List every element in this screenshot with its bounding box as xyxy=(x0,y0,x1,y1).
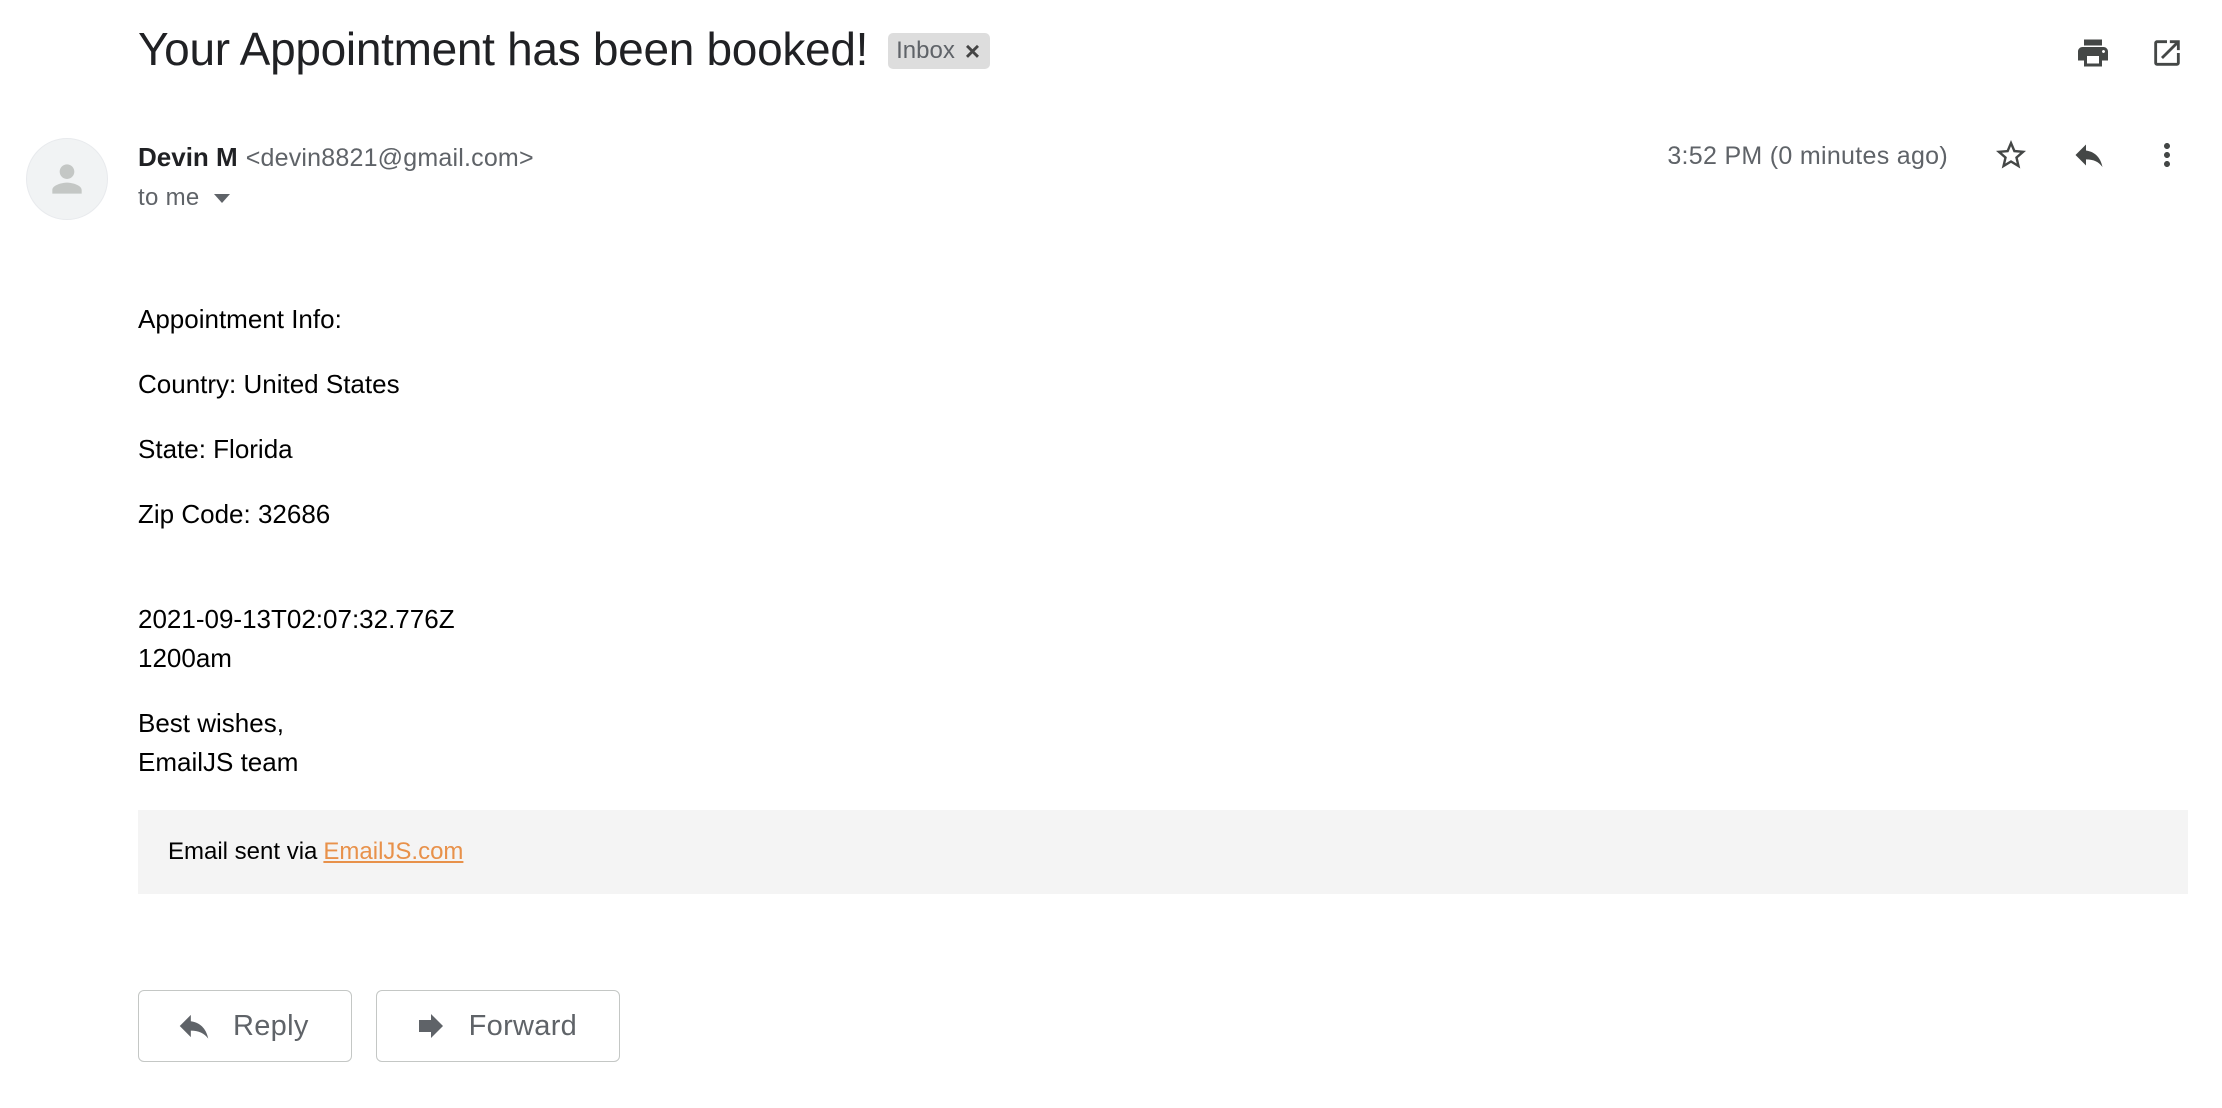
zip-line: Zip Code: 32686 xyxy=(138,499,331,529)
star-button[interactable] xyxy=(1992,136,2030,174)
reply-icon xyxy=(179,1014,209,1039)
more-vertical-icon xyxy=(2164,143,2170,167)
emailjs-link[interactable]: EmailJS.com xyxy=(323,838,463,866)
person-icon xyxy=(52,164,82,194)
open-in-new-window-button[interactable] xyxy=(2148,34,2186,72)
open-in-new-window-icon xyxy=(2154,40,2180,66)
message-actions xyxy=(1992,136,2186,174)
footer-text: Email sent via xyxy=(168,838,318,865)
recipient-text: to me xyxy=(138,184,200,211)
recipient-row: to me xyxy=(138,184,230,212)
sender-email: <devin8821@gmail.com> xyxy=(245,144,534,172)
reply-label: Reply xyxy=(233,1009,309,1042)
printer-icon xyxy=(2078,39,2108,67)
message-timestamp: 3:52 PM (0 minutes ago) xyxy=(1667,142,1948,170)
print-all-button[interactable] xyxy=(2074,34,2112,72)
message-body: Appointment Info: Country: United States… xyxy=(138,300,455,808)
star-icon xyxy=(1996,140,2026,169)
closing-line: Best wishes, xyxy=(138,708,284,738)
appointment-heading: Appointment Info: xyxy=(138,304,342,334)
emailjs-footer: Email sent via EmailJS.com xyxy=(138,810,2188,894)
country-line: Country: United States xyxy=(138,369,400,399)
sender-row: Devin M <devin8821@gmail.com> xyxy=(138,142,534,173)
time-line: 1200am xyxy=(138,643,232,673)
reply-icon-button[interactable] xyxy=(2070,136,2108,174)
thread-toolbar xyxy=(2074,34,2186,72)
reply-forward-bar: Reply Forward xyxy=(138,990,621,1062)
forward-label: Forward xyxy=(468,1009,578,1042)
remove-label-button[interactable]: × xyxy=(965,38,980,64)
reply-icon xyxy=(2075,144,2103,167)
signature-line: EmailJS team xyxy=(138,747,299,777)
label-text: Inbox xyxy=(896,37,955,64)
state-line: State: Florida xyxy=(138,434,293,464)
datetime-line: 2021-09-13T02:07:32.776Z xyxy=(138,604,455,634)
sender-avatar[interactable] xyxy=(26,138,108,220)
forward-icon xyxy=(418,1014,443,1038)
inbox-label-chip: Inbox × xyxy=(888,33,991,69)
reply-button[interactable]: Reply xyxy=(138,990,352,1062)
more-options-button[interactable] xyxy=(2148,136,2186,174)
forward-button[interactable]: Forward xyxy=(375,990,621,1062)
subject-row: Your Appointment has been booked! Inbox … xyxy=(138,22,991,76)
show-details-dropdown-icon[interactable] xyxy=(213,193,230,203)
sender-name[interactable]: Devin M xyxy=(138,142,238,173)
email-subject: Your Appointment has been booked! xyxy=(138,23,869,75)
